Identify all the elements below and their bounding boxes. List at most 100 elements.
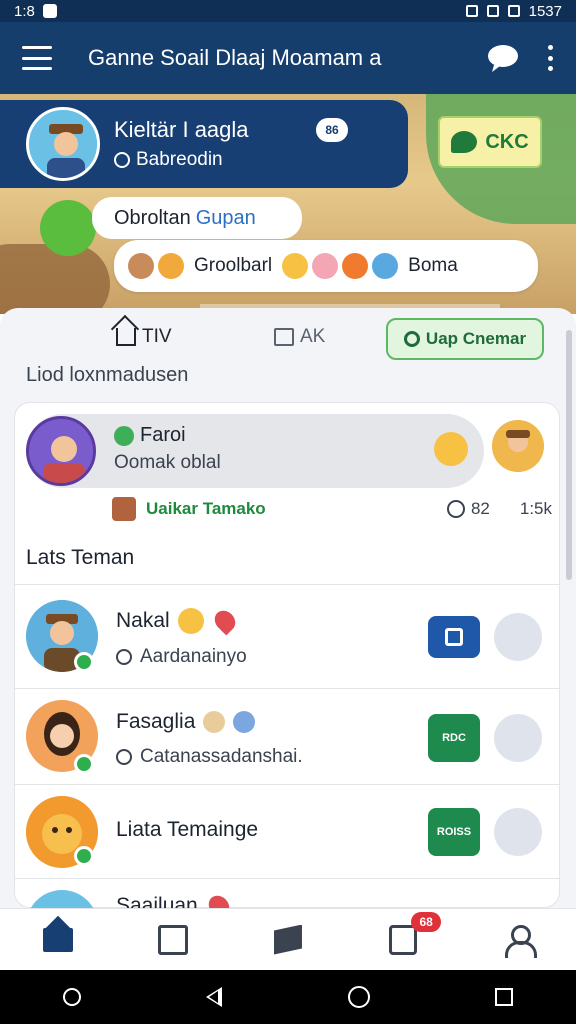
clover-icon: [114, 425, 134, 446]
flag-outline-icon: [274, 328, 294, 346]
heart-icon: [204, 891, 234, 908]
home-outline-icon: [116, 328, 136, 346]
nav-feed[interactable]: [153, 920, 193, 960]
status-time: 1:8: [14, 2, 35, 20]
friend-secondary-button[interactable]: [494, 714, 542, 762]
friend-avatar[interactable]: [26, 890, 98, 908]
friend-action-button[interactable]: RDC: [428, 714, 480, 762]
meta-extra: 1:5k: [519, 499, 552, 518]
chk-button[interactable]: CKC: [438, 116, 542, 168]
friend-secondary-button[interactable]: [494, 808, 542, 856]
recent-chat-meta: Uaikar Tamako 82 1:5k: [112, 496, 552, 522]
nav-map[interactable]: [268, 920, 308, 960]
thumbnail-icon: [112, 497, 136, 521]
friend-subtitle-text: Aardanainyo: [140, 646, 247, 667]
chat-bubble-icon[interactable]: [486, 43, 520, 73]
status-icon: [116, 749, 132, 765]
friend-action-button[interactable]: ROISS: [428, 808, 480, 856]
recent-chat-avatar[interactable]: [26, 416, 96, 486]
chat-icon: [445, 628, 463, 646]
friend-subtitle: Aardanainyo: [116, 646, 247, 668]
friend-name: Nakal: [116, 606, 240, 636]
avatar-face-icon: [128, 253, 154, 279]
nav-home[interactable]: [38, 920, 78, 960]
bluetooth-icon: [465, 5, 478, 17]
recent-chat-name: Faroi: [114, 424, 186, 447]
clock-icon: [446, 500, 465, 518]
smile-emoji-icon: [177, 608, 204, 634]
meta-count: 82: [446, 499, 490, 519]
divider: [14, 584, 560, 585]
divider: [14, 878, 560, 879]
menu-icon[interactable]: [22, 46, 52, 70]
back-icon[interactable]: [206, 987, 223, 1007]
orange-face-icon: [342, 253, 369, 279]
status-icon: [114, 152, 130, 168]
friend-subtitle: Catanassadanshai.: [116, 746, 303, 768]
meta-count-text: 82: [470, 499, 490, 518]
online-status-icon: [74, 652, 94, 672]
film-icon: [157, 924, 188, 955]
friend-name-text: Liata Temainge: [116, 818, 259, 841]
chat-group-button-label: Uap Cnemar: [425, 329, 527, 348]
friend-action-button[interactable]: [428, 616, 480, 658]
recents-icon[interactable]: [495, 988, 514, 1006]
profile-card[interactable]: Kieltär I aagla Babreodin 86: [0, 100, 408, 188]
online-status-icon: [74, 754, 94, 774]
app-bar: Ganne Soail Dlaaj Moamam a: [0, 22, 576, 94]
system-navigation-bar: [0, 970, 576, 1024]
friend-name: Saailuan: [116, 891, 234, 908]
person-icon: [503, 924, 538, 958]
tab-ak[interactable]: AK: [274, 326, 325, 348]
more-options-icon[interactable]: [548, 45, 554, 71]
profile-name: Kieltär I aagla: [114, 117, 249, 142]
friend-name: Liata Temainge: [116, 818, 258, 842]
pink-face-icon: [312, 253, 339, 279]
chat-icon: [451, 131, 478, 153]
smile-emoji-icon: [434, 432, 468, 466]
group-name-highlight: Gupan: [195, 206, 256, 229]
group-name-bubble[interactable]: Obroltan Gupan: [92, 197, 302, 239]
profile-avatar[interactable]: [26, 107, 100, 181]
blue-creature-icon: [372, 253, 399, 279]
bottom-navigation: 68: [0, 908, 576, 970]
rock-decoration: [0, 244, 110, 314]
chat-group-button[interactable]: Uap Cnemar: [386, 318, 544, 360]
notification-icon: [42, 4, 57, 18]
wifi-icon: [486, 5, 499, 17]
nav-tasks[interactable]: 68: [383, 911, 442, 960]
friend-row[interactable]: Nakal Aardanainyo: [14, 596, 560, 688]
pin-icon: [203, 711, 226, 733]
side-avatar[interactable]: [492, 420, 544, 472]
friend-row[interactable]: Saailuan: [14, 886, 560, 908]
friend-name: Fasaglia: [116, 710, 256, 734]
divider: [14, 688, 560, 689]
friend-secondary-button[interactable]: [494, 613, 542, 661]
tab-home[interactable]: TIV: [116, 326, 172, 348]
nav-profile[interactable]: [498, 920, 538, 960]
profile-subtitle: Babreodin: [114, 149, 249, 171]
reaction-bubble[interactable]: Groolbarl Boma: [114, 240, 538, 292]
battery-text: 1537: [528, 2, 562, 20]
map-icon: [273, 924, 302, 955]
tab-home-label: TIV: [142, 326, 172, 347]
friend-action-label: RDC: [442, 732, 466, 744]
friend-row[interactable]: Fasaglia Catanassadanshai. RDC: [14, 694, 560, 786]
profile-badge: 86: [316, 118, 348, 142]
reaction-label: Boma: [408, 255, 458, 276]
status-bar: 1:8 1537: [0, 0, 576, 22]
app-title: Ganne Soail Dlaaj Moamam a: [88, 45, 382, 70]
home-circle-icon[interactable]: [347, 986, 370, 1008]
group-avatar[interactable]: [40, 200, 96, 256]
meta-link[interactable]: Uaikar Tamako: [146, 499, 447, 519]
friend-row[interactable]: Liata Temainge ROISS: [14, 786, 560, 878]
chk-button-label: CKC: [485, 130, 529, 153]
home-icon: [42, 927, 73, 952]
online-status-icon: [74, 846, 94, 866]
friend-name-text: Fasaglia: [116, 710, 196, 733]
status-icon: [116, 649, 132, 665]
rotate-icon[interactable]: [62, 988, 81, 1006]
tab-ak-label: AK: [300, 326, 326, 347]
divider: [14, 784, 560, 785]
scrollbar[interactable]: [566, 330, 572, 580]
